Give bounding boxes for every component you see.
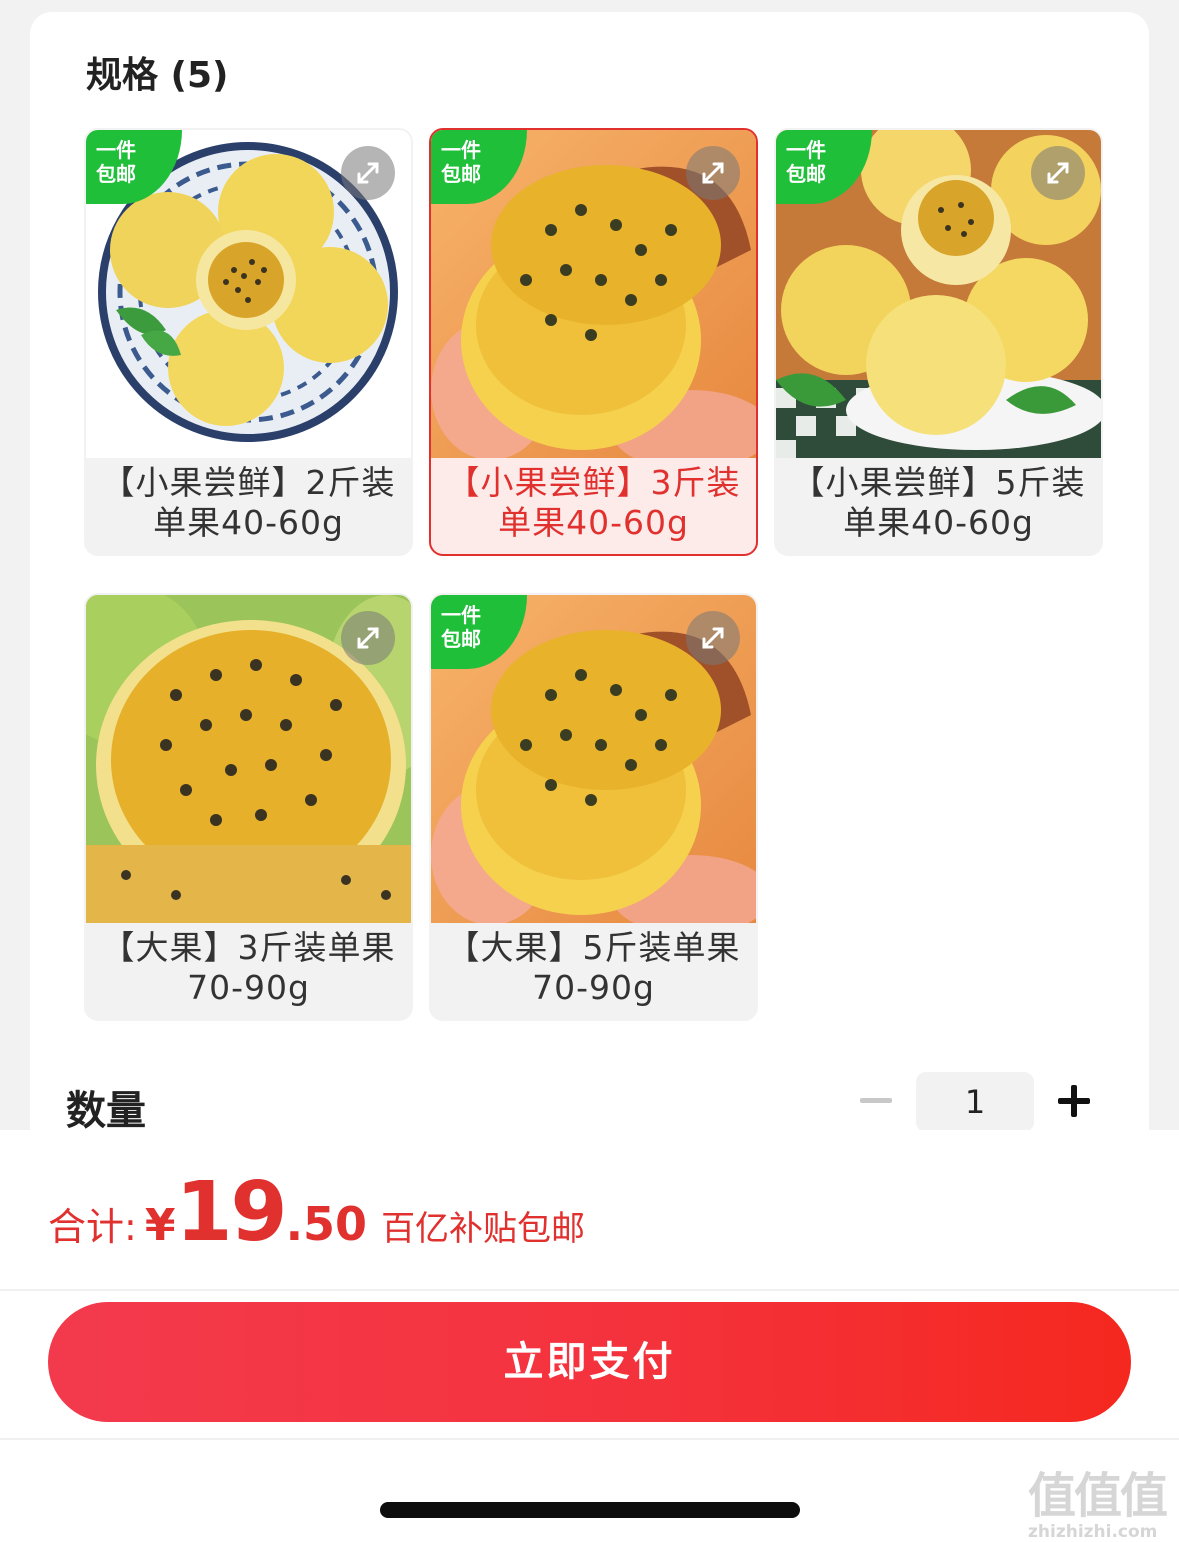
spec-option-2[interactable]: 一件 包邮 【小果尝鲜】3斤装单果40-60g	[429, 128, 758, 556]
spec-option-4[interactable]: 【大果】3斤装单果70-90g	[84, 593, 413, 1021]
pay-now-button[interactable]: 立即支付	[48, 1302, 1131, 1422]
watermark: 值值值 zhizhizhi.com	[1028, 1456, 1168, 1542]
spec-title: 规格 (5)	[86, 55, 229, 96]
home-indicator[interactable]	[380, 1502, 800, 1518]
minus-icon[interactable]	[860, 1098, 892, 1103]
expand-icon[interactable]	[686, 146, 740, 200]
quantity-label: 数量	[66, 1088, 146, 1134]
expand-icon[interactable]	[341, 611, 395, 665]
spec-option-label: 【小果尝鲜】5斤装单果40-60g	[791, 463, 1086, 542]
spec-option-3[interactable]: 一件 包邮 【小果尝鲜】5斤装单果40-60g	[774, 128, 1103, 556]
total-label: 合计:	[48, 1205, 137, 1249]
spec-option-label: 【小果尝鲜】3斤装单果40-60g	[446, 463, 741, 542]
currency-symbol: ¥	[144, 1200, 176, 1251]
watermark-site: zhizhizhi.com	[1028, 1522, 1158, 1542]
price-integer: 19	[175, 1165, 287, 1260]
quantity-input[interactable]: 1	[916, 1072, 1034, 1132]
divider	[0, 1438, 1179, 1440]
watermark-text: 值值值	[1028, 1468, 1168, 1524]
spec-option-5[interactable]: 一件 包邮 【大果】5斤装单果70-90g	[429, 593, 758, 1021]
divider	[0, 1289, 1179, 1291]
plus-icon[interactable]	[1058, 1085, 1090, 1117]
expand-icon[interactable]	[1031, 146, 1085, 200]
spec-option-1[interactable]: 一件 包邮 【小果尝鲜】2斤装单果40-60g	[84, 128, 413, 556]
expand-icon[interactable]	[341, 146, 395, 200]
spec-option-label: 【大果】5斤装单果70-90g	[446, 928, 741, 1007]
expand-icon[interactable]	[686, 611, 740, 665]
price-decimal: .50	[285, 1197, 368, 1251]
spec-option-label: 【大果】3斤装单果70-90g	[101, 928, 396, 1007]
subsidy-note: 百亿补贴包邮	[381, 1209, 586, 1249]
spec-option-label: 【小果尝鲜】2斤装单果40-60g	[101, 463, 396, 542]
total-price: 合计: ¥19.50 百亿补贴包邮	[48, 1165, 585, 1260]
